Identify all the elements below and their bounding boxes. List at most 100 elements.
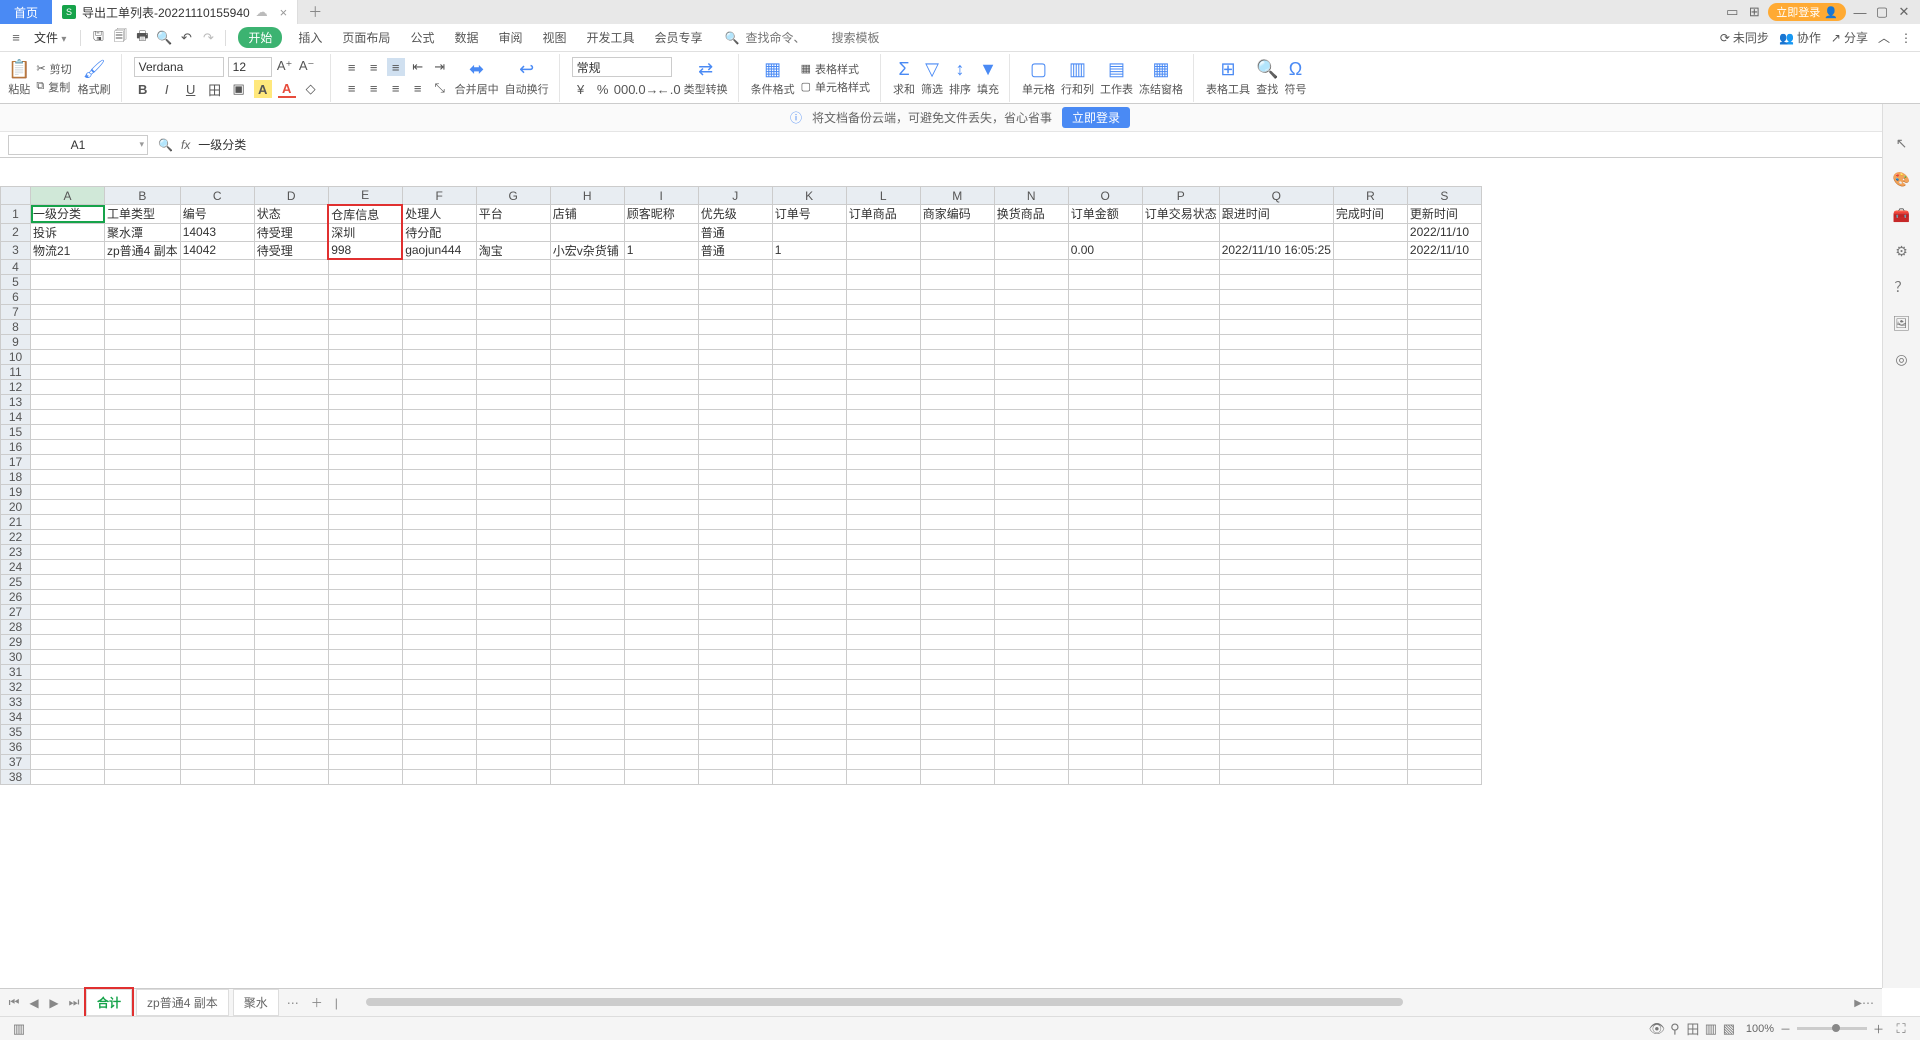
- cell-C9[interactable]: [180, 334, 254, 349]
- cell-button[interactable]: ▢单元格: [1022, 59, 1055, 97]
- cell-L21[interactable]: [846, 514, 920, 529]
- cell-O22[interactable]: [1068, 529, 1142, 544]
- cell-M8[interactable]: [920, 319, 994, 334]
- cell-B8[interactable]: [105, 319, 181, 334]
- row-header-6[interactable]: 6: [1, 289, 31, 304]
- cell-O26[interactable]: [1068, 589, 1142, 604]
- underline-icon[interactable]: U: [182, 80, 200, 98]
- cell-N29[interactable]: [994, 634, 1068, 649]
- row-header-11[interactable]: 11: [1, 364, 31, 379]
- cell-B30[interactable]: [105, 649, 181, 664]
- cell-O38[interactable]: [1068, 769, 1142, 784]
- cell-E37[interactable]: [328, 754, 402, 769]
- save-as-icon[interactable]: 🗐: [111, 29, 129, 47]
- row-header-34[interactable]: 34: [1, 709, 31, 724]
- cell-P37[interactable]: [1142, 754, 1219, 769]
- cell-A16[interactable]: [31, 439, 105, 454]
- cell-S7[interactable]: [1407, 304, 1481, 319]
- cell-Q29[interactable]: [1219, 634, 1333, 649]
- tab-member[interactable]: 会员专享: [647, 29, 711, 46]
- cell-O15[interactable]: [1068, 424, 1142, 439]
- cell-D36[interactable]: [254, 739, 328, 754]
- zoom-out-icon[interactable]: －: [1780, 1021, 1791, 1037]
- cell-A29[interactable]: [31, 634, 105, 649]
- cell-H4[interactable]: [550, 259, 624, 274]
- cell-L12[interactable]: [846, 379, 920, 394]
- cell-P21[interactable]: [1142, 514, 1219, 529]
- cell-L37[interactable]: [846, 754, 920, 769]
- cell-S3[interactable]: 2022/11/10: [1407, 241, 1481, 259]
- cell-R20[interactable]: [1333, 499, 1407, 514]
- cell-I11[interactable]: [624, 364, 698, 379]
- cell-R14[interactable]: [1333, 409, 1407, 424]
- cell-A20[interactable]: [31, 499, 105, 514]
- cell-N5[interactable]: [994, 274, 1068, 289]
- sheet-list-icon[interactable]: |: [331, 996, 342, 1010]
- col-header-H[interactable]: H: [550, 187, 624, 205]
- cell-M28[interactable]: [920, 619, 994, 634]
- cell-B9[interactable]: [105, 334, 181, 349]
- cell-G35[interactable]: [476, 724, 550, 739]
- cell-M16[interactable]: [920, 439, 994, 454]
- select-all-corner[interactable]: [1, 187, 31, 205]
- cell-G30[interactable]: [476, 649, 550, 664]
- cell-A12[interactable]: [31, 379, 105, 394]
- cell-J34[interactable]: [698, 709, 772, 724]
- cell-I9[interactable]: [624, 334, 698, 349]
- cell-I33[interactable]: [624, 694, 698, 709]
- cell-P35[interactable]: [1142, 724, 1219, 739]
- cell-C7[interactable]: [180, 304, 254, 319]
- cell-M27[interactable]: [920, 604, 994, 619]
- cell-I18[interactable]: [624, 469, 698, 484]
- cell-C25[interactable]: [180, 574, 254, 589]
- cell-L27[interactable]: [846, 604, 920, 619]
- help-icon[interactable]: ？: [1893, 278, 1911, 296]
- cell-M2[interactable]: [920, 223, 994, 241]
- cell-C8[interactable]: [180, 319, 254, 334]
- cell-P31[interactable]: [1142, 664, 1219, 679]
- cell-F13[interactable]: [402, 394, 476, 409]
- col-header-R[interactable]: R: [1333, 187, 1407, 205]
- cell-C37[interactable]: [180, 754, 254, 769]
- cell-Q31[interactable]: [1219, 664, 1333, 679]
- cell-H9[interactable]: [550, 334, 624, 349]
- cell-C28[interactable]: [180, 619, 254, 634]
- cell-C32[interactable]: [180, 679, 254, 694]
- cell-N13[interactable]: [994, 394, 1068, 409]
- cell-N33[interactable]: [994, 694, 1068, 709]
- cell-A17[interactable]: [31, 454, 105, 469]
- cell-N26[interactable]: [994, 589, 1068, 604]
- cell-I29[interactable]: [624, 634, 698, 649]
- cell-D10[interactable]: [254, 349, 328, 364]
- cell-Q6[interactable]: [1219, 289, 1333, 304]
- row-header-8[interactable]: 8: [1, 319, 31, 334]
- cell-A25[interactable]: [31, 574, 105, 589]
- cell-D27[interactable]: [254, 604, 328, 619]
- cell-F18[interactable]: [402, 469, 476, 484]
- cell-Q30[interactable]: [1219, 649, 1333, 664]
- row-header-17[interactable]: 17: [1, 454, 31, 469]
- cell-I17[interactable]: [624, 454, 698, 469]
- cell-P4[interactable]: [1142, 259, 1219, 274]
- cell-E25[interactable]: [328, 574, 402, 589]
- cell-H26[interactable]: [550, 589, 624, 604]
- cell-C19[interactable]: [180, 484, 254, 499]
- cell-G21[interactable]: [476, 514, 550, 529]
- cell-P17[interactable]: [1142, 454, 1219, 469]
- cell-N20[interactable]: [994, 499, 1068, 514]
- cell-B7[interactable]: [105, 304, 181, 319]
- cell-Q12[interactable]: [1219, 379, 1333, 394]
- cell-S17[interactable]: [1407, 454, 1481, 469]
- cell-R5[interactable]: [1333, 274, 1407, 289]
- cell-K5[interactable]: [772, 274, 846, 289]
- undo-icon[interactable]: ↶: [177, 29, 195, 47]
- cell-G19[interactable]: [476, 484, 550, 499]
- cell-N30[interactable]: [994, 649, 1068, 664]
- cell-K4[interactable]: [772, 259, 846, 274]
- cell-R17[interactable]: [1333, 454, 1407, 469]
- cell-R12[interactable]: [1333, 379, 1407, 394]
- cell-A34[interactable]: [31, 709, 105, 724]
- tab-view[interactable]: 视图: [534, 29, 574, 46]
- cell-H38[interactable]: [550, 769, 624, 784]
- cell-Q38[interactable]: [1219, 769, 1333, 784]
